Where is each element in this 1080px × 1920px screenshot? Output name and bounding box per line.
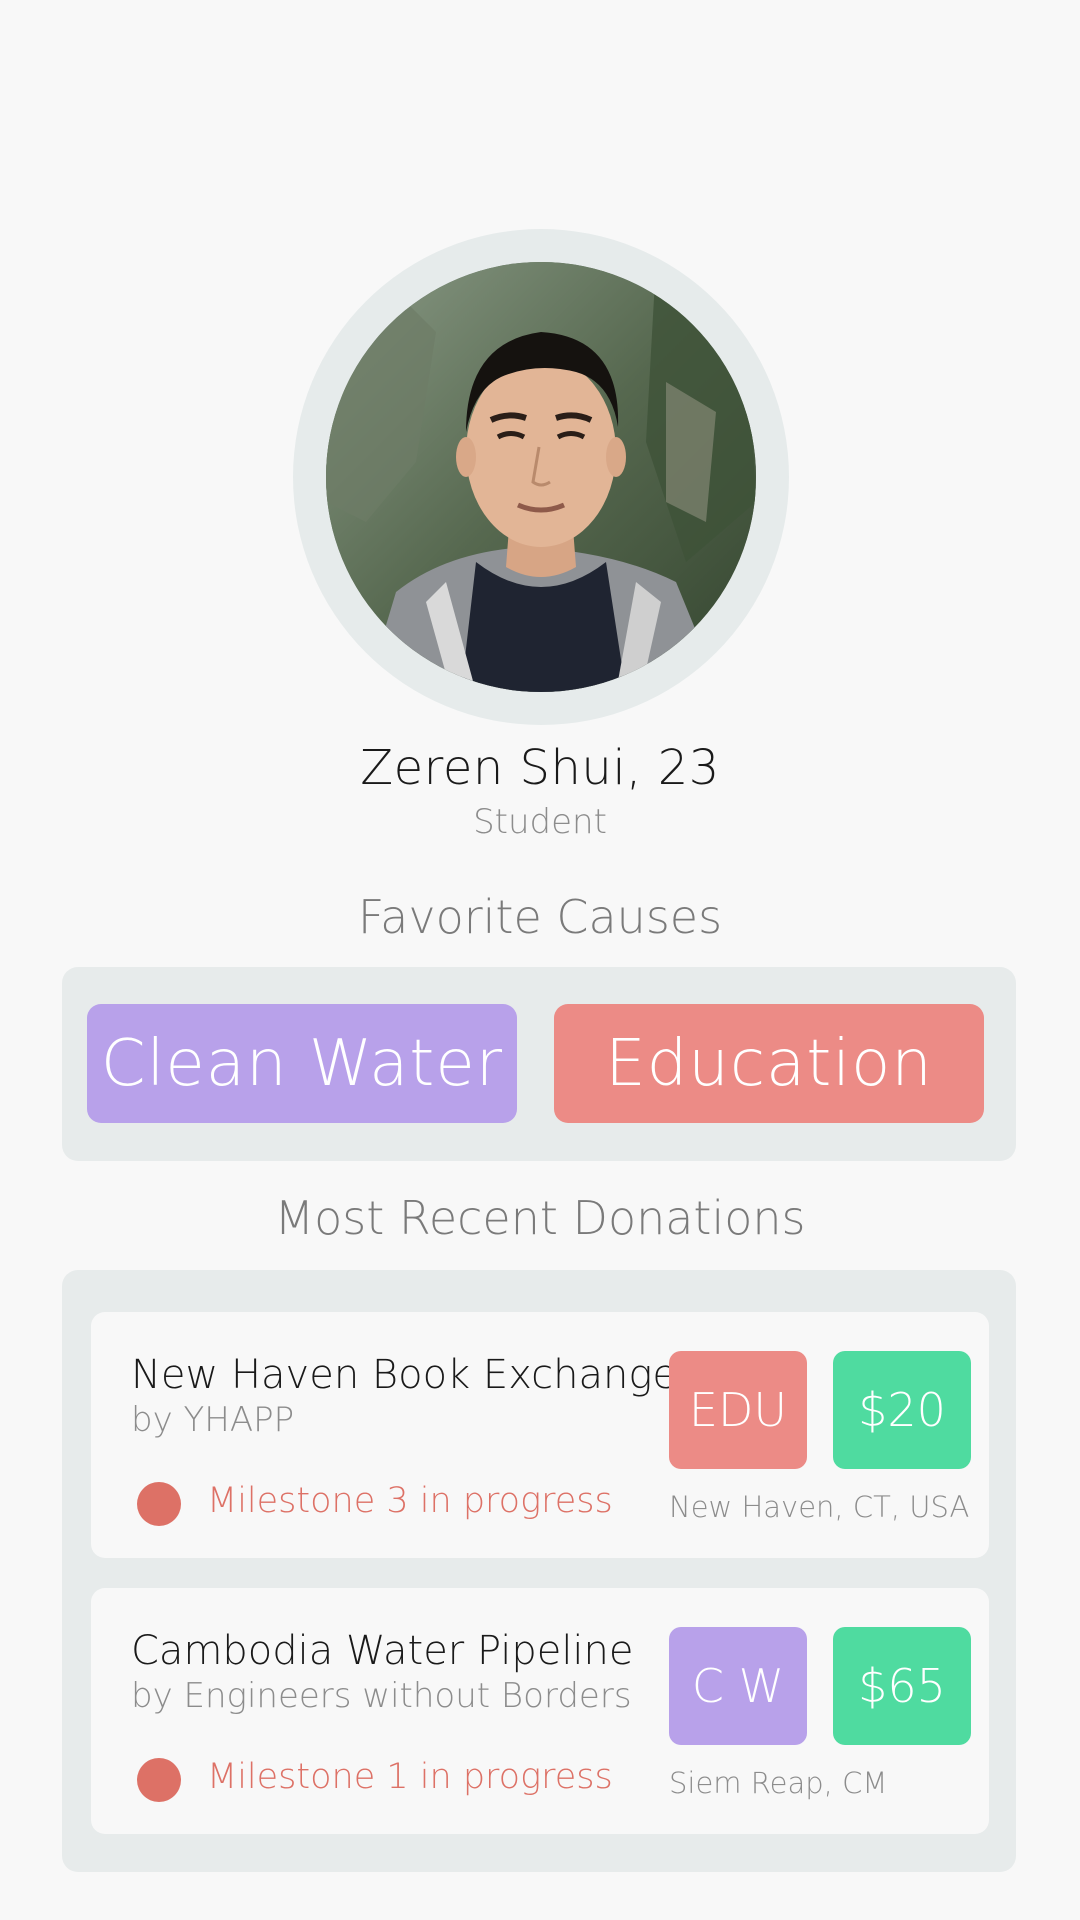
status-dot-icon <box>137 1482 181 1526</box>
status-dot-icon <box>137 1758 181 1802</box>
cause-clean-water-button[interactable]: Clean Water <box>87 1004 517 1123</box>
recent-donations-panel: New Haven Book Exchange by YHAPP Milesto… <box>62 1270 1016 1872</box>
donation-card[interactable]: Cambodia Water Pipeline by Engineers wit… <box>91 1588 989 1834</box>
donation-location: New Haven, CT, USA <box>669 1490 970 1524</box>
donation-status: Milestone 1 in progress <box>207 1757 613 1797</box>
donation-organization: by Engineers without Borders <box>131 1676 632 1716</box>
donation-project-title: New Haven Book Exchange <box>131 1352 677 1398</box>
donation-location: Siem Reap, CM <box>669 1766 888 1800</box>
category-tag[interactable]: C W <box>669 1627 807 1745</box>
avatar[interactable] <box>326 262 756 692</box>
recent-donations-title: Most Recent Donations <box>274 1191 806 1245</box>
donation-card[interactable]: New Haven Book Exchange by YHAPP Milesto… <box>91 1312 989 1558</box>
profile-role: Student <box>473 802 607 842</box>
favorite-causes-panel: Clean Water Education <box>62 967 1016 1161</box>
amount-tag[interactable]: $65 <box>833 1627 971 1745</box>
avatar-photo <box>326 262 756 692</box>
category-tag[interactable]: EDU <box>669 1351 807 1469</box>
amount-tag[interactable]: $20 <box>833 1351 971 1469</box>
profile-name: Zeren Shui, 23 <box>360 740 720 796</box>
cause-education-button[interactable]: Education <box>554 1004 984 1123</box>
donation-project-title: Cambodia Water Pipeline <box>131 1628 634 1674</box>
favorite-causes-title: Favorite Causes <box>357 890 723 944</box>
profile-page: Zeren Shui, 23 Student Favorite Causes C… <box>0 0 1080 1920</box>
donation-organization: by YHAPP <box>131 1400 295 1440</box>
donation-status: Milestone 3 in progress <box>207 1481 613 1521</box>
